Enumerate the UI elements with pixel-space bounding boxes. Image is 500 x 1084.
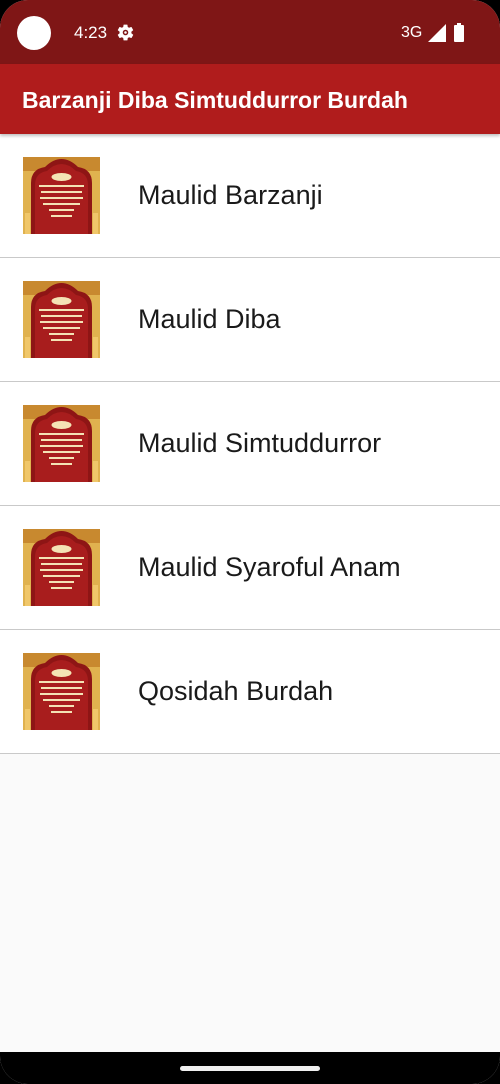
list-item-label: Qosidah Burdah xyxy=(138,676,334,706)
gear-icon xyxy=(116,23,135,42)
network-type: 3G xyxy=(401,24,423,41)
list-item-label: Maulid Simtuddurror xyxy=(138,428,382,458)
list-item-label: Maulid Barzanji xyxy=(138,180,323,210)
home-gesture-handle[interactable] xyxy=(180,1066,320,1071)
app-title: Barzanji Diba Simtuddurror Burdah xyxy=(22,87,408,113)
signal-icon xyxy=(428,24,446,42)
list-item-maulid-diba[interactable]: Maulid Diba xyxy=(0,258,500,382)
status-bar: 4:23 3G xyxy=(0,0,500,64)
book-cover-thumbnail xyxy=(23,653,100,730)
book-cover-thumbnail xyxy=(23,157,100,234)
book-cover-thumbnail xyxy=(23,405,100,482)
navigation-bar xyxy=(0,1052,500,1084)
list-item-maulid-simtuddurror[interactable]: Maulid Simtuddurror xyxy=(0,382,500,506)
list-item-maulid-barzanji[interactable]: Maulid Barzanji xyxy=(0,134,500,258)
menu-list: Maulid Barzanji Maulid Diba Maulid Simtu… xyxy=(0,134,500,754)
battery-icon xyxy=(454,23,464,42)
camera-cutout xyxy=(17,16,51,50)
status-time: 4:23 xyxy=(74,23,108,42)
list-item-maulid-syaroful-anam[interactable]: Maulid Syaroful Anam xyxy=(0,506,500,630)
list-item-qosidah-burdah[interactable]: Qosidah Burdah xyxy=(0,630,500,754)
list-item-label: Maulid Diba xyxy=(138,304,281,334)
book-cover-thumbnail xyxy=(23,529,100,606)
phone-screen: 4:23 3G Barzanji Diba Simtuddurror Burda… xyxy=(0,0,500,1084)
app-bar: Barzanji Diba Simtuddurror Burdah xyxy=(0,64,500,134)
list-item-label: Maulid Syaroful Anam xyxy=(138,552,401,582)
book-cover-thumbnail xyxy=(23,281,100,358)
